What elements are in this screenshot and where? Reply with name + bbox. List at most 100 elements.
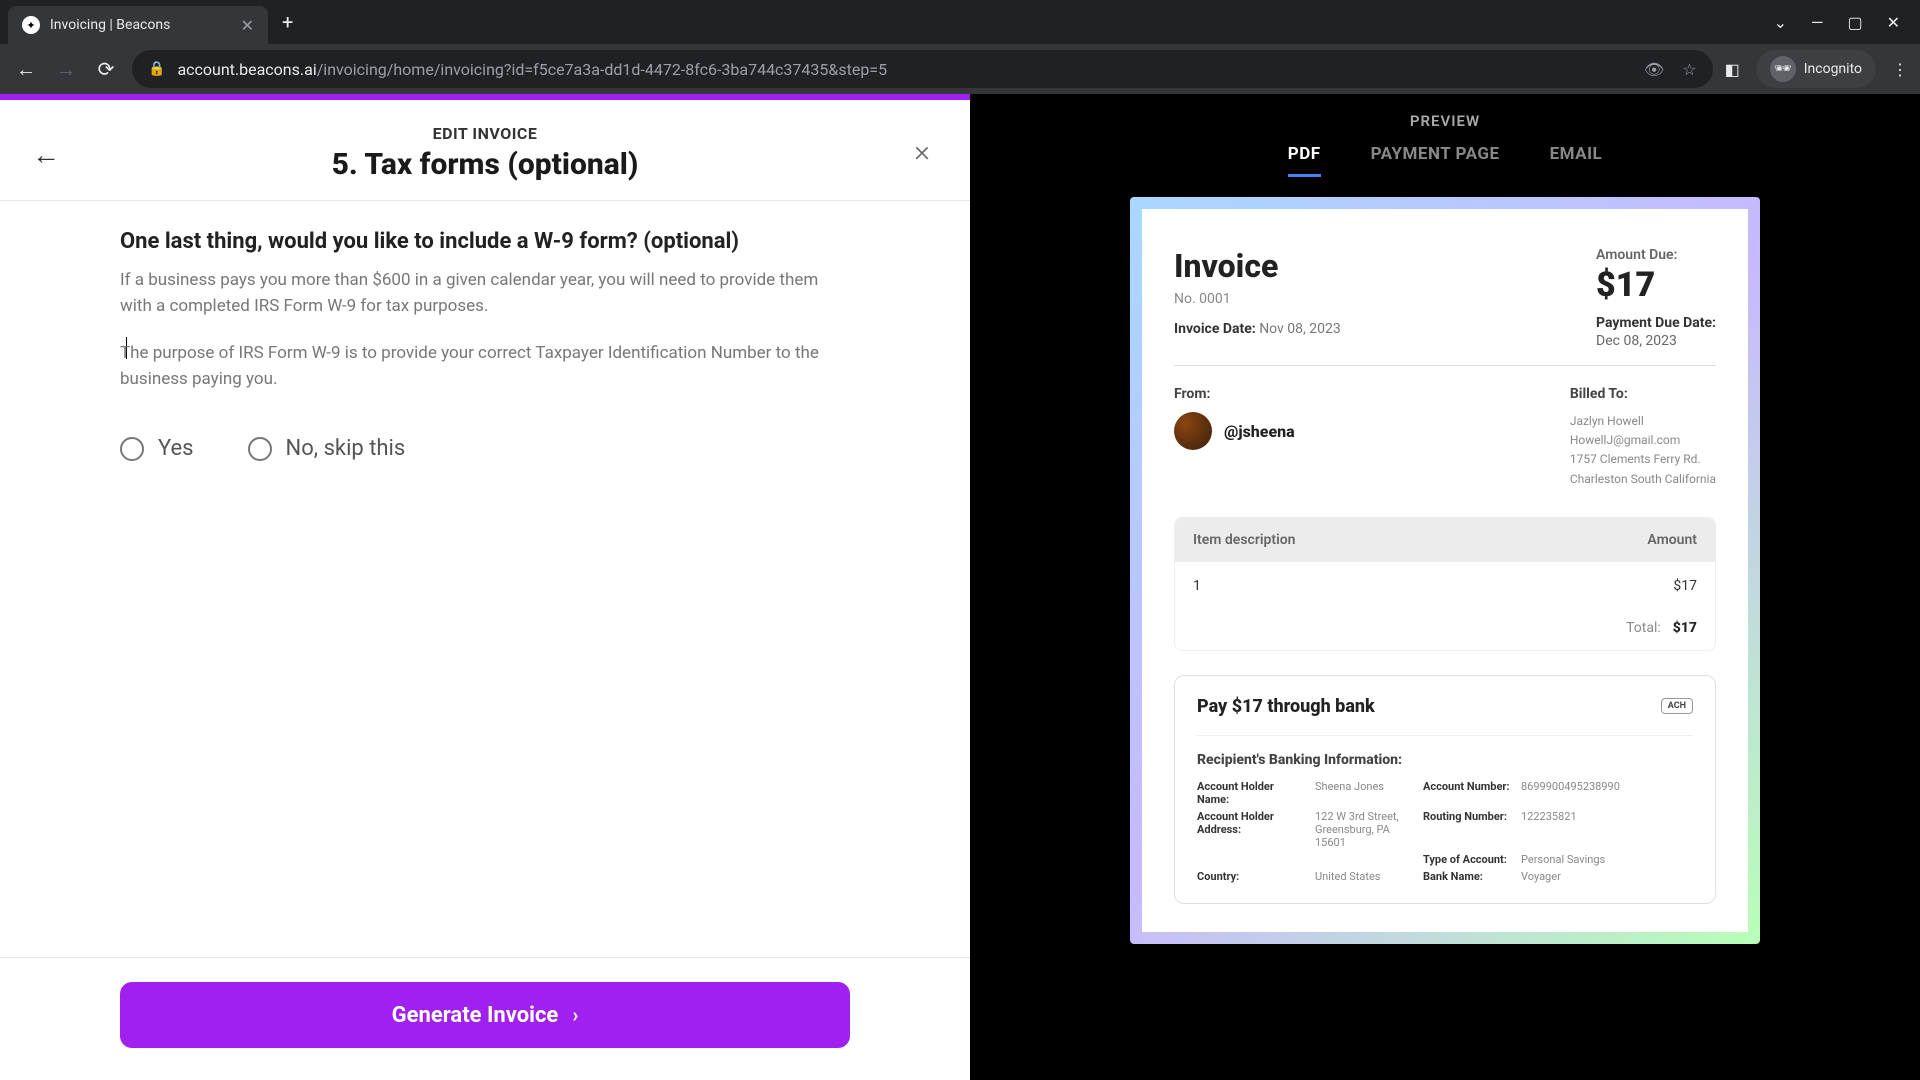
billed-to-email: HowellJ@gmail.com xyxy=(1570,431,1716,450)
from-label: From: xyxy=(1174,386,1295,402)
lock-icon: 🔒 xyxy=(148,61,165,77)
amount-due-label: Amount Due: xyxy=(1596,247,1716,263)
bank-pay-title: Pay $17 through bank xyxy=(1197,696,1375,717)
editor-body: One last thing, would you like to includ… xyxy=(0,201,970,957)
tab-payment-page[interactable]: PAYMENT PAGE xyxy=(1371,144,1500,177)
nav-bar: ← → ⟳ 🔒 account.beacons.ai/invoicing/hom… xyxy=(0,44,1920,94)
chevron-right-icon: › xyxy=(572,1003,578,1027)
total-label: Total: xyxy=(1626,620,1661,636)
preview-panel: PREVIEW PDF PAYMENT PAGE EMAIL Invoice N… xyxy=(970,94,1920,1080)
generate-invoice-label: Generate Invoice xyxy=(392,1003,559,1028)
holder-addr-value: 122 W 3rd Street,Greensburg, PA 15601 xyxy=(1315,810,1415,849)
edit-invoice-label: EDIT INVOICE xyxy=(36,124,934,143)
url-text: account.beacons.ai/invoicing/home/invoic… xyxy=(177,60,1632,79)
close-window-icon[interactable]: ✕ xyxy=(1887,13,1900,32)
editor-header: ← × EDIT INVOICE 5. Tax forms (optional) xyxy=(0,100,970,201)
extensions-icon[interactable]: ◧ xyxy=(1725,60,1740,79)
routing-value: 122235821 xyxy=(1521,810,1693,849)
editor-footer: Generate Invoice › xyxy=(0,957,970,1080)
favicon-icon: ✦ xyxy=(22,16,40,34)
country-label: Country: xyxy=(1197,870,1307,883)
step-title: 5. Tax forms (optional) xyxy=(36,147,934,182)
preview-label: PREVIEW xyxy=(1410,112,1480,130)
kebab-menu-icon[interactable]: ⋮ xyxy=(1892,60,1908,79)
browser-chrome: ✦ Invoicing | Beacons ✕ + ⌄ — ▢ ✕ ← → ⟳ … xyxy=(0,0,1920,94)
payment-due-label: Payment Due Date: xyxy=(1596,315,1716,331)
new-tab-button[interactable]: + xyxy=(282,10,293,34)
back-button[interactable]: ← xyxy=(12,57,40,82)
invoice-date-label: Invoice Date: xyxy=(1174,321,1256,337)
window-controls: ⌄ — ▢ ✕ xyxy=(1774,13,1912,32)
routing-label: Routing Number: xyxy=(1423,810,1513,849)
amount-due-value: $17 xyxy=(1596,265,1716,305)
incognito-badge[interactable]: 🕶 Incognito xyxy=(1756,50,1876,88)
browser-tab[interactable]: ✦ Invoicing | Beacons ✕ xyxy=(8,6,268,44)
w9-desc-1: If a business pays you more than $600 in… xyxy=(120,268,850,319)
w9-question: One last thing, would you like to includ… xyxy=(120,229,850,254)
holder-addr-label: Account Holder Address: xyxy=(1197,810,1307,849)
back-arrow-icon[interactable]: ← xyxy=(32,138,60,171)
tab-email[interactable]: EMAIL xyxy=(1550,144,1603,177)
invoice-date-value: Nov 08, 2023 xyxy=(1259,321,1341,337)
radio-group: Yes No, skip this xyxy=(120,436,850,461)
forward-button[interactable]: → xyxy=(52,57,80,82)
item-amount: $17 xyxy=(1673,578,1697,594)
invoice-number: No. 0001 xyxy=(1174,291,1341,307)
acct-type-value: Personal Savings xyxy=(1521,853,1693,866)
preview-tabs: PDF PAYMENT PAGE EMAIL xyxy=(1288,144,1603,177)
bank-name-label: Bank Name: xyxy=(1423,870,1513,883)
ach-badge: ACH xyxy=(1661,698,1693,714)
acct-num-value: 8699900495238990 xyxy=(1521,780,1693,806)
radio-icon xyxy=(120,437,144,461)
divider xyxy=(1197,735,1693,736)
page-content: ← × EDIT INVOICE 5. Tax forms (optional)… xyxy=(0,94,1920,1080)
radio-yes[interactable]: Yes xyxy=(120,436,194,461)
close-icon[interactable]: ✕ xyxy=(241,16,254,35)
billed-to-addr1: 1757 Clements Ferry Rd. xyxy=(1570,450,1716,469)
tab-bar: ✦ Invoicing | Beacons ✕ + ⌄ — ▢ ✕ xyxy=(0,0,1920,44)
generate-invoice-button[interactable]: Generate Invoice › xyxy=(120,982,850,1048)
billed-to-addr2: Charleston South California xyxy=(1570,470,1716,489)
items-header-desc: Item description xyxy=(1193,532,1295,548)
radio-yes-label: Yes xyxy=(158,436,194,461)
tab-pdf[interactable]: PDF xyxy=(1288,144,1321,177)
radio-no-label: No, skip this xyxy=(286,436,406,461)
radio-no[interactable]: No, skip this xyxy=(248,436,406,461)
country-value: United States xyxy=(1315,870,1415,883)
holder-name-value: Sheena Jones xyxy=(1315,780,1415,806)
url-bar[interactable]: 🔒 account.beacons.ai/invoicing/home/invo… xyxy=(132,50,1713,88)
bank-info-box: Pay $17 through bank ACH Recipient's Ban… xyxy=(1174,675,1716,904)
reload-button[interactable]: ⟳ xyxy=(92,57,120,81)
billed-to-name: Jazlyn Howell xyxy=(1570,412,1716,431)
payment-due-value: Dec 08, 2023 xyxy=(1596,333,1716,349)
from-handle: @jsheena xyxy=(1224,422,1295,441)
star-icon[interactable]: ☆ xyxy=(1682,60,1696,79)
bank-info-grid: Account Holder Name: Sheena Jones Accoun… xyxy=(1197,780,1693,883)
tab-title: Invoicing | Beacons xyxy=(50,17,231,33)
items-header-amount: Amount xyxy=(1647,532,1697,548)
invoice-frame: Invoice No. 0001 Invoice Date: Nov 08, 2… xyxy=(1130,197,1760,944)
billed-to-label: Billed To: xyxy=(1570,386,1716,402)
item-desc: 1 xyxy=(1193,578,1201,594)
close-icon[interactable]: × xyxy=(914,134,930,169)
invoice-card: Invoice No. 0001 Invoice Date: Nov 08, 2… xyxy=(1142,209,1748,932)
divider xyxy=(1174,365,1716,366)
incognito-icon: 🕶 xyxy=(1770,56,1796,82)
bank-info-title: Recipient's Banking Information: xyxy=(1197,752,1693,768)
acct-num-label: Account Number: xyxy=(1423,780,1513,806)
bank-name-value: Voyager xyxy=(1521,870,1693,883)
editor-panel: ← × EDIT INVOICE 5. Tax forms (optional)… xyxy=(0,94,970,1080)
total-value: $17 xyxy=(1673,620,1697,636)
invoice-title: Invoice xyxy=(1174,247,1341,285)
table-row: 1 $17 xyxy=(1175,562,1715,610)
w9-desc-2: The purpose of IRS Form W-9 is to provid… xyxy=(120,341,850,392)
acct-type-label: Type of Account: xyxy=(1423,853,1513,866)
eye-off-icon[interactable]: 👁 xyxy=(1644,60,1664,79)
minimize-icon[interactable]: — xyxy=(1811,13,1824,32)
radio-icon xyxy=(248,437,272,461)
chevron-down-icon[interactable]: ⌄ xyxy=(1774,13,1787,32)
maximize-icon[interactable]: ▢ xyxy=(1847,13,1862,32)
items-table: Item description Amount 1 $17 Total: $17 xyxy=(1174,517,1716,651)
avatar xyxy=(1174,412,1212,450)
holder-name-label: Account Holder Name: xyxy=(1197,780,1307,806)
